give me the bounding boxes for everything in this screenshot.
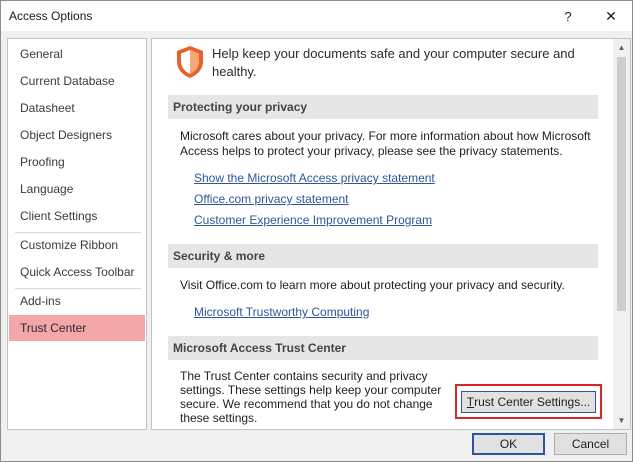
sidebar-item-add-ins[interactable]: Add-ins bbox=[9, 288, 145, 314]
sidebar-item-general[interactable]: General bbox=[9, 41, 145, 67]
scroll-down-arrow-icon[interactable]: ▼ bbox=[613, 412, 630, 429]
trust-center-settings-highlight: Trust Center Settings... bbox=[455, 384, 602, 419]
vertical-scrollbar[interactable]: ▲ ▼ bbox=[613, 39, 630, 429]
scroll-up-arrow-icon[interactable]: ▲ bbox=[613, 39, 630, 56]
sidebar-item-datasheet[interactable]: Datasheet bbox=[9, 95, 145, 121]
title-bar: Access Options ? ✕ bbox=[1, 1, 632, 31]
sidebar-item-object-designers[interactable]: Object Designers bbox=[9, 122, 145, 148]
trust-center-settings-button[interactable]: Trust Center Settings... bbox=[461, 391, 596, 413]
cancel-button[interactable]: Cancel bbox=[554, 433, 627, 455]
sidebar-item-customize-ribbon[interactable]: Customize Ribbon bbox=[9, 232, 145, 258]
window-title: Access Options bbox=[9, 9, 93, 23]
privacy-section-header: Protecting your privacy bbox=[168, 95, 598, 119]
trust-center-description: The Trust Center contains security and p… bbox=[180, 369, 442, 425]
intro-text: Help keep your documents safe and your c… bbox=[212, 46, 575, 79]
button-mnemonic: T bbox=[466, 395, 475, 409]
security-description: Visit Office.com to learn more about pro… bbox=[180, 278, 565, 292]
access-options-dialog: Access Options ? ✕ General Current Datab… bbox=[0, 0, 633, 462]
shield-icon bbox=[177, 46, 203, 78]
options-sidebar: General Current Database Datasheet Objec… bbox=[7, 38, 147, 430]
ceip-link[interactable]: Customer Experience Improvement Program bbox=[194, 213, 432, 227]
sidebar-item-proofing[interactable]: Proofing bbox=[9, 149, 145, 175]
trustworthy-computing-link[interactable]: Microsoft Trustworthy Computing bbox=[194, 305, 369, 319]
sidebar-item-language[interactable]: Language bbox=[9, 176, 145, 202]
sidebar-item-quick-access-toolbar[interactable]: Quick Access Toolbar bbox=[9, 259, 145, 285]
security-section-header: Security & more bbox=[168, 244, 598, 268]
sidebar-item-trust-center[interactable]: Trust Center bbox=[9, 315, 145, 341]
privacy-description: Microsoft cares about your privacy. For … bbox=[180, 129, 591, 158]
button-label: rust Center Settings... bbox=[474, 395, 591, 409]
ok-button[interactable]: OK bbox=[472, 433, 545, 455]
trust-center-panel: Help keep your documents safe and your c… bbox=[151, 38, 631, 430]
help-button[interactable]: ? bbox=[548, 1, 588, 31]
sidebar-item-current-database[interactable]: Current Database bbox=[9, 68, 145, 94]
scroll-thumb[interactable] bbox=[617, 57, 626, 311]
trust-center-section-header: Microsoft Access Trust Center bbox=[168, 336, 598, 360]
access-privacy-statement-link[interactable]: Show the Microsoft Access privacy statem… bbox=[194, 171, 435, 185]
close-button[interactable]: ✕ bbox=[591, 1, 631, 31]
sidebar-item-client-settings[interactable]: Client Settings bbox=[9, 203, 145, 229]
office-privacy-statement-link[interactable]: Office.com privacy statement bbox=[194, 192, 349, 206]
